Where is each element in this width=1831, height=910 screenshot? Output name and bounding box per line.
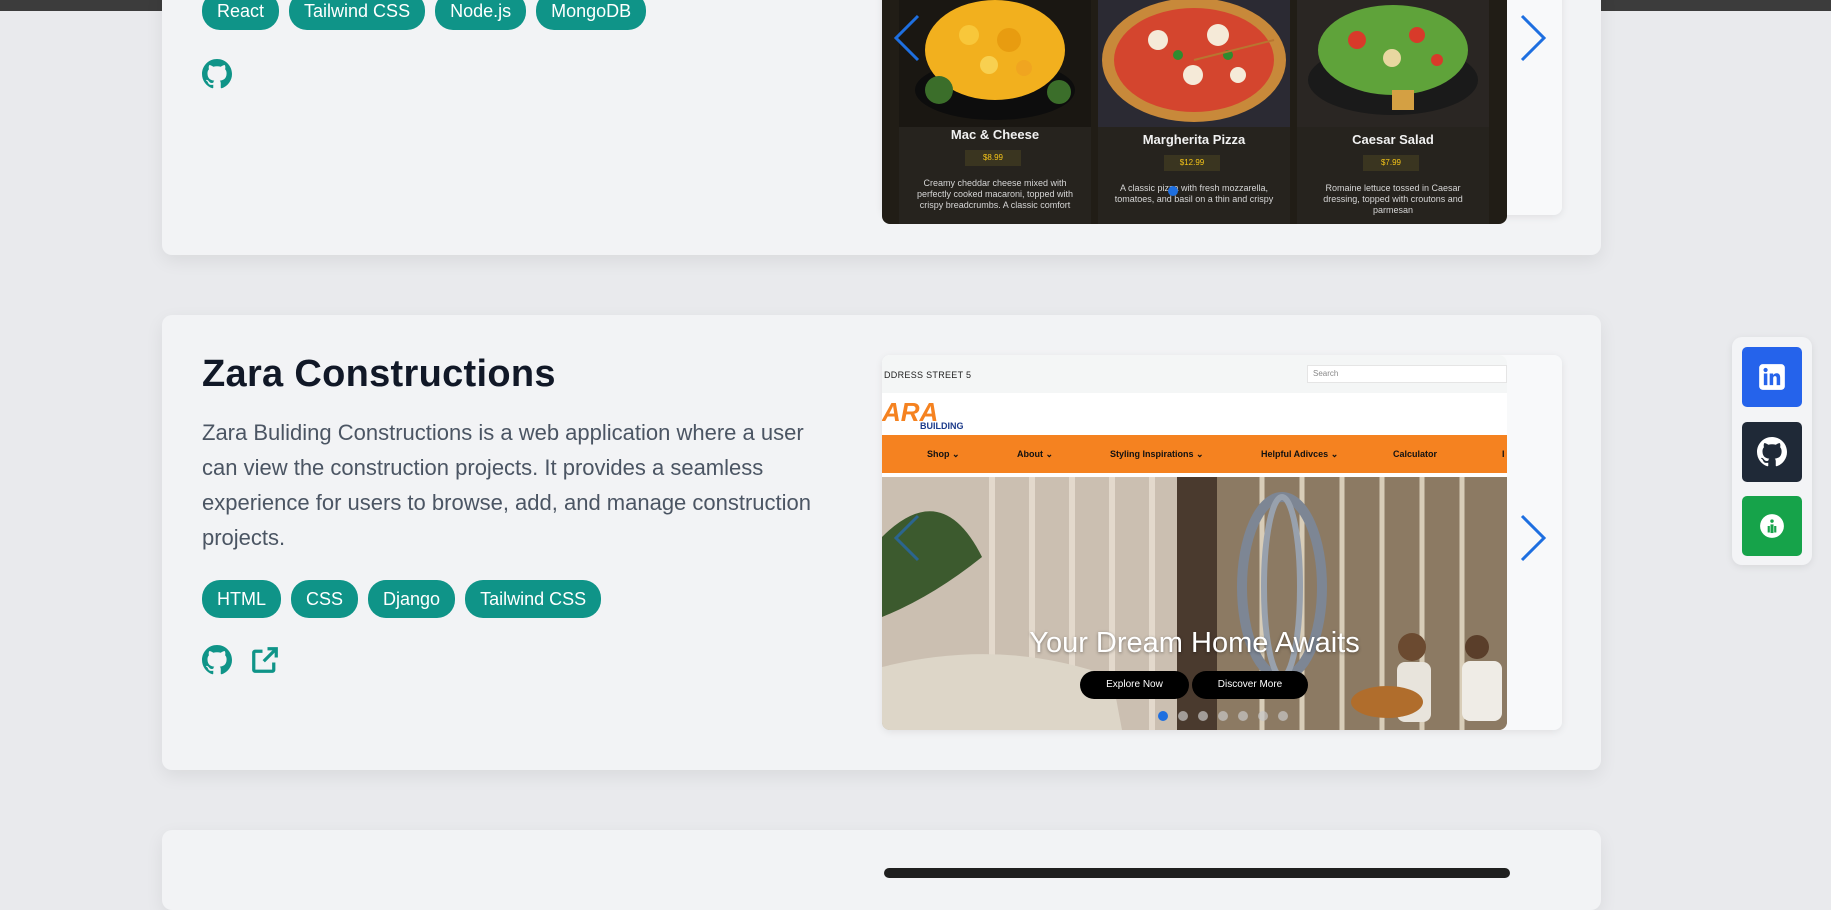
dish-image <box>1098 0 1290 127</box>
resume-icon <box>1760 514 1784 538</box>
github-button[interactable] <box>1742 422 1802 482</box>
tech-tag: CSS <box>291 580 359 618</box>
site-menu-item-more: I <box>1502 449 1505 459</box>
project-links <box>202 645 280 675</box>
carousel-dot[interactable] <box>1278 711 1288 721</box>
menu-card: Mac & Cheese $8.99 Creamy cheddar cheese… <box>899 0 1091 224</box>
chevron-left-icon[interactable] <box>890 512 924 564</box>
hero-title: Your Dream Home Awaits <box>1029 627 1360 659</box>
dish-name: Caesar Salad <box>1352 132 1434 147</box>
carousel-dot-active[interactable] <box>1168 186 1178 196</box>
site-menu-item[interactable]: Helpful Adivces ⌄ <box>1261 449 1338 460</box>
tech-tag: Tailwind CSS <box>289 0 426 30</box>
site-nav-menu: Shop ⌄ About ⌄ Styling Inspirations ⌄ He… <box>882 435 1507 473</box>
tech-tags: HTML CSS Django Tailwind CSS <box>202 580 602 618</box>
carousel-dot[interactable] <box>1178 711 1188 721</box>
carousel-preview <box>884 868 1510 878</box>
chevron-right-icon[interactable] <box>1516 12 1550 64</box>
site-search-input[interactable]: Search <box>1307 365 1507 383</box>
site-menu-item[interactable]: Shop ⌄ <box>927 449 960 460</box>
github-icon[interactable] <box>202 645 232 675</box>
project-carousel: DDRESS STREET 5 Search ARA BUILDING Shop… <box>882 355 1562 730</box>
carousel-dot[interactable] <box>1258 711 1268 721</box>
chevron-left-icon[interactable] <box>890 12 924 64</box>
linkedin-icon <box>1759 364 1785 390</box>
dish-name: Margherita Pizza <box>1142 132 1246 147</box>
site-menu-item[interactable]: Calculator <box>1393 449 1437 459</box>
explore-now-button[interactable]: Explore Now <box>1080 671 1189 699</box>
project-card-food: React Tailwind CSS Node.js MongoDB Mac &… <box>162 0 1601 255</box>
carousel-dot[interactable] <box>1238 711 1248 721</box>
carousel-dot[interactable] <box>1218 711 1228 721</box>
dish-description: Creamy cheddar cheese mixed with perfect… <box>916 178 1074 210</box>
hero-dots <box>1158 711 1288 721</box>
tech-tag: HTML <box>202 580 281 618</box>
dish-image <box>899 0 1091 127</box>
site-menu-item[interactable]: Styling Inspirations ⌄ <box>1110 449 1204 460</box>
discover-more-button[interactable]: Discover More <box>1192 671 1308 699</box>
project-links <box>202 59 232 89</box>
tech-tag: MongoDB <box>536 0 647 30</box>
carousel-dot[interactable] <box>1198 711 1208 721</box>
tech-tag: Django <box>368 580 456 618</box>
site-hero: Your Dream Home Awaits Explore Now Disco… <box>882 477 1507 730</box>
carousel-dot[interactable] <box>1158 711 1168 721</box>
tech-tags: React Tailwind CSS Node.js MongoDB <box>202 0 647 30</box>
project-card-zara: Zara Constructions Zara Buliding Constru… <box>162 315 1601 770</box>
tech-tag: Node.js <box>435 0 527 30</box>
project-carousel: Mac & Cheese $8.99 Creamy cheddar cheese… <box>882 0 1562 224</box>
project-card-next <box>162 830 1601 910</box>
zara-logo: ARA BUILDING <box>882 397 964 431</box>
dish-image <box>1297 0 1489 127</box>
tech-tag: Tailwind CSS <box>465 580 602 618</box>
menu-card: Caesar Salad $7.99 Romaine lettuce tosse… <box>1297 0 1489 224</box>
project-description: Zara Buliding Constructions is a web app… <box>202 420 812 550</box>
site-menu-item[interactable]: About ⌄ <box>1017 449 1053 460</box>
menu-card: Margherita Pizza $12.99 A classic pizza … <box>1098 0 1290 224</box>
site-address: DDRESS STREET 5 <box>884 370 972 380</box>
dish-description: Romaine lettuce tossed in Caesar dressin… <box>1323 183 1463 215</box>
social-links-panel <box>1732 337 1812 565</box>
site-topbar: DDRESS STREET 5 Search <box>882 355 1507 393</box>
github-icon[interactable] <box>202 59 232 89</box>
resume-button[interactable] <box>1742 496 1802 556</box>
github-icon <box>1757 437 1787 467</box>
dish-description: A classic pizza with fresh mozzarella, t… <box>1114 183 1274 204</box>
external-link-icon[interactable] <box>250 645 280 675</box>
carousel-slide-zara: DDRESS STREET 5 Search ARA BUILDING Shop… <box>882 355 1507 730</box>
tech-tag: React <box>202 0 280 30</box>
carousel-slide-menu: Mac & Cheese $8.99 Creamy cheddar cheese… <box>882 0 1507 224</box>
linkedin-button[interactable] <box>1742 347 1802 407</box>
dish-price: $12.99 <box>1164 155 1220 171</box>
dish-price: $7.99 <box>1363 155 1419 171</box>
dish-price: $8.99 <box>965 150 1021 166</box>
chevron-right-icon[interactable] <box>1516 512 1550 564</box>
project-title: Zara Constructions <box>202 353 556 395</box>
dish-name: Mac & Cheese <box>950 127 1040 142</box>
